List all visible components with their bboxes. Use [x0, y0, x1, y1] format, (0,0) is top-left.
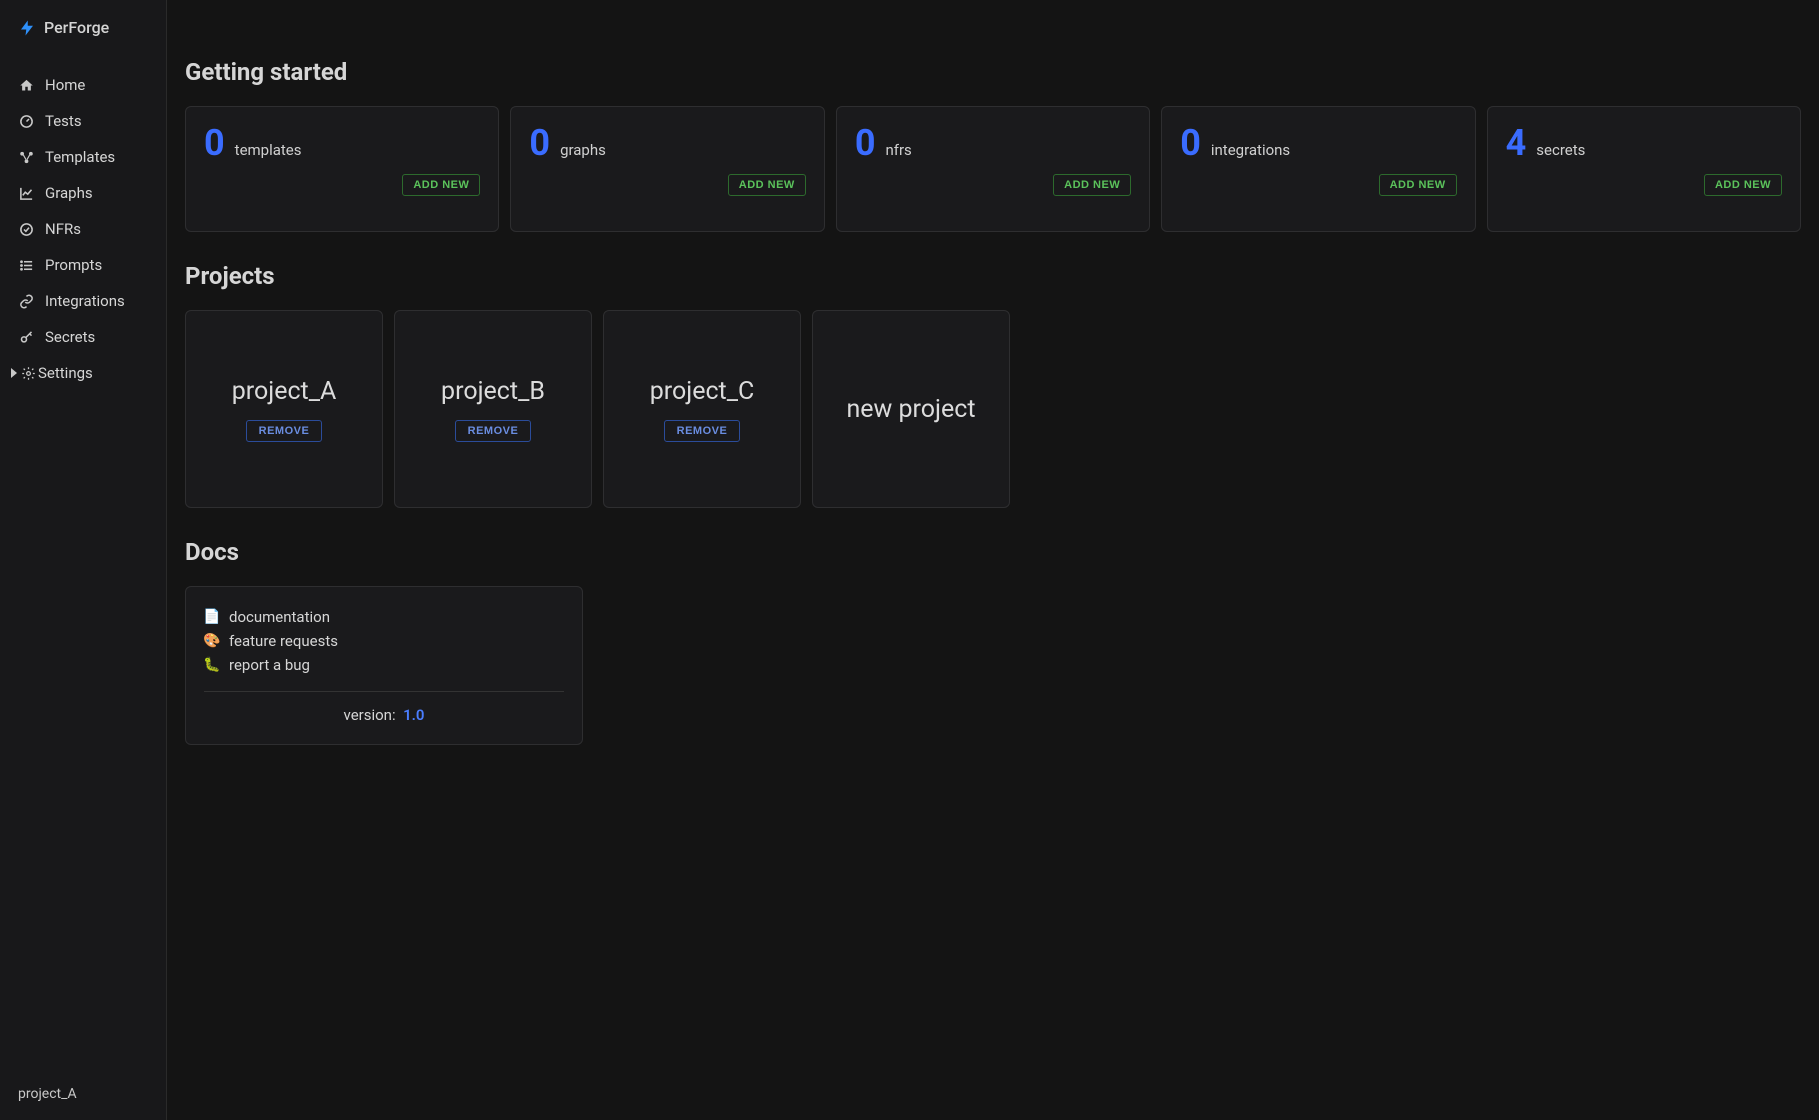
stat-card-integrations: 0 integrations ADD NEW — [1161, 106, 1475, 232]
new-project-card[interactable]: new project — [812, 310, 1010, 508]
add-new-graphs-button[interactable]: ADD NEW — [728, 174, 806, 196]
nodes-icon — [18, 149, 34, 165]
stat-label: templates — [235, 141, 302, 159]
doc-link-label: report a bug — [229, 656, 310, 674]
project-card[interactable]: project_C REMOVE — [603, 310, 801, 508]
doc-link-label: documentation — [229, 608, 330, 626]
project-name: project_A — [232, 377, 337, 406]
gear-icon — [20, 365, 36, 381]
nav-label: Settings — [38, 364, 93, 382]
nav-label: Prompts — [45, 256, 102, 274]
project-card[interactable]: project_A REMOVE — [185, 310, 383, 508]
link-icon — [18, 293, 34, 309]
list-icon — [18, 257, 34, 273]
stats-row: 0 templates ADD NEW 0 graphs ADD NEW 0 n… — [185, 106, 1801, 232]
divider — [204, 691, 564, 692]
version-number: 1.0 — [403, 706, 424, 724]
nav-label: Integrations — [45, 292, 125, 310]
nav-item-settings[interactable]: Settings — [0, 355, 166, 391]
brand-name: PerForge — [44, 18, 109, 37]
project-name: project_C — [650, 377, 755, 406]
nav-item-secrets[interactable]: Secrets — [0, 319, 166, 355]
nav-item-prompts[interactable]: Prompts — [0, 247, 166, 283]
nav-label: Tests — [45, 112, 82, 130]
nav-item-nfrs[interactable]: NFRs — [0, 211, 166, 247]
doc-link-feature-requests[interactable]: 🎨 feature requests — [204, 629, 564, 653]
brand[interactable]: PerForge — [0, 0, 166, 57]
projects-title: Projects — [185, 262, 1801, 290]
stat-card-graphs: 0 graphs ADD NEW — [510, 106, 824, 232]
add-new-integrations-button[interactable]: ADD NEW — [1379, 174, 1457, 196]
nav-item-integrations[interactable]: Integrations — [0, 283, 166, 319]
stat-number: 0 — [855, 125, 876, 161]
doc-link-report-bug[interactable]: 🐛 report a bug — [204, 653, 564, 677]
stat-label: graphs — [560, 141, 606, 159]
nav-label: Templates — [45, 148, 115, 166]
nav-label: Graphs — [45, 184, 93, 202]
new-project-label: new project — [846, 395, 975, 424]
stat-label: secrets — [1536, 141, 1585, 159]
nav-item-graphs[interactable]: Graphs — [0, 175, 166, 211]
stat-number: 0 — [1180, 125, 1201, 161]
remove-project-button[interactable]: REMOVE — [664, 420, 741, 442]
nav-label: NFRs — [45, 220, 81, 238]
docs-card: 📄 documentation 🎨 feature requests 🐛 rep… — [185, 586, 583, 745]
caret-right-icon — [10, 365, 18, 381]
project-name: project_B — [441, 377, 545, 406]
logo-icon — [18, 19, 36, 37]
version-label: version: — [344, 706, 396, 724]
current-project-label: project_A — [18, 1086, 77, 1102]
nav-item-templates[interactable]: Templates — [0, 139, 166, 175]
add-new-templates-button[interactable]: ADD NEW — [402, 174, 480, 196]
sidebar-footer-project[interactable]: project_A — [0, 1068, 166, 1120]
doc-link-documentation[interactable]: 📄 documentation — [204, 605, 564, 629]
chart-icon — [18, 185, 34, 201]
remove-project-button[interactable]: REMOVE — [455, 420, 532, 442]
getting-started-title: Getting started — [185, 58, 1801, 86]
nav: Home Tests Templates Graphs NFRs — [0, 57, 166, 1068]
bug-icon: 🐛 — [204, 657, 220, 673]
remove-project-button[interactable]: REMOVE — [246, 420, 323, 442]
nav-item-tests[interactable]: Tests — [0, 103, 166, 139]
nav-label: Home — [45, 76, 85, 94]
check-circle-icon — [18, 221, 34, 237]
stat-number: 0 — [204, 125, 225, 161]
stat-label: nfrs — [885, 141, 911, 159]
doc-link-label: feature requests — [229, 632, 338, 650]
stat-number: 0 — [529, 125, 550, 161]
stat-number: 4 — [1506, 125, 1527, 161]
key-icon — [18, 329, 34, 345]
stat-label: integrations — [1211, 141, 1290, 159]
main-content: Getting started 0 templates ADD NEW 0 gr… — [167, 0, 1819, 1120]
sidebar: PerForge Home Tests Templates Graphs — [0, 0, 167, 1120]
projects-row: project_A REMOVE project_B REMOVE projec… — [185, 310, 1801, 508]
docs-title: Docs — [185, 538, 1801, 566]
stat-card-nfrs: 0 nfrs ADD NEW — [836, 106, 1150, 232]
version-row: version: 1.0 — [204, 706, 564, 724]
project-card[interactable]: project_B REMOVE — [394, 310, 592, 508]
add-new-secrets-button[interactable]: ADD NEW — [1704, 174, 1782, 196]
add-new-nfrs-button[interactable]: ADD NEW — [1053, 174, 1131, 196]
nav-label: Secrets — [45, 328, 95, 346]
stat-card-secrets: 4 secrets ADD NEW — [1487, 106, 1801, 232]
gauge-icon — [18, 113, 34, 129]
home-icon — [18, 77, 34, 93]
stat-card-templates: 0 templates ADD NEW — [185, 106, 499, 232]
nav-item-home[interactable]: Home — [0, 67, 166, 103]
document-icon: 📄 — [204, 609, 220, 625]
feature-icon: 🎨 — [204, 633, 220, 649]
